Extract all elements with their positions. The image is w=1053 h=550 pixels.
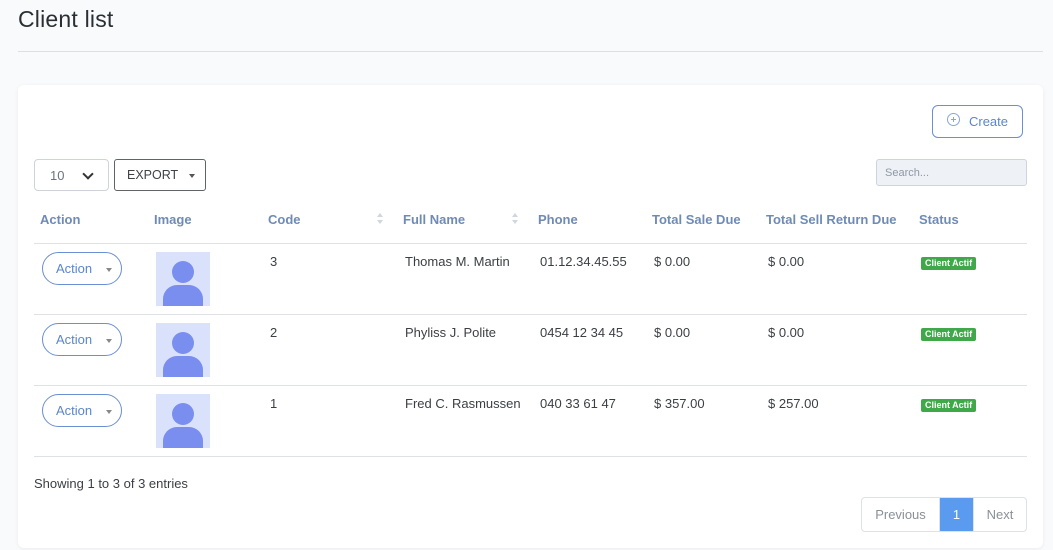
column-header-action: Action [40, 212, 81, 227]
column-header-full-name[interactable]: Full Name [403, 212, 465, 227]
client-code: 1 [270, 396, 278, 411]
row-divider [34, 385, 1027, 386]
column-header-code[interactable]: Code [268, 212, 301, 227]
client-full-name: Fred C. Rasmussen [405, 396, 521, 411]
sort-icon[interactable] [512, 213, 518, 227]
entries-info: Showing 1 to 3 of 3 entries [34, 476, 188, 491]
row-action-button[interactable]: Action [42, 252, 122, 285]
user-avatar-icon [156, 252, 210, 306]
client-total-sale-due: $ 0.00 [654, 254, 691, 269]
table-header-divider [34, 243, 1027, 244]
sort-icon[interactable] [377, 213, 383, 227]
column-header-phone: Phone [538, 212, 578, 227]
title-divider [18, 51, 1043, 52]
client-total-sell-return-due: $ 257.00 [768, 396, 819, 411]
create-button[interactable]: Create [932, 105, 1023, 138]
row-action-label: Action [56, 332, 93, 347]
pagination-previous-button[interactable]: Previous [862, 498, 940, 531]
row-divider [34, 314, 1027, 315]
per-page-select[interactable]: 10 [34, 159, 109, 191]
plus-circle-icon [946, 113, 960, 126]
client-total-sell-return-due: $ 0.00 [768, 254, 805, 269]
pagination-next-button[interactable]: Next [973, 498, 1026, 531]
status-badge: Client Actif [921, 328, 977, 341]
row-divider [34, 456, 1027, 457]
client-code: 3 [270, 254, 278, 269]
column-header-total-sell-return-due: Total Sell Return Due [766, 212, 897, 227]
create-button-label: Create [968, 114, 1009, 129]
column-header-status: Status [919, 212, 959, 227]
export-button-label: EXPORT [127, 168, 179, 182]
client-full-name: Phyliss J. Polite [405, 325, 497, 340]
row-action-button[interactable]: Action [42, 323, 122, 356]
client-list-card: Create 10 EXPORT Action Image Code Full … [18, 85, 1043, 548]
caret-down-icon [189, 174, 195, 178]
client-phone: 0454 12 34 45 [540, 325, 624, 340]
per-page-value: 10 [50, 167, 65, 183]
row-action-label: Action [56, 403, 93, 418]
client-total-sale-due: $ 357.00 [654, 396, 705, 411]
column-header-total-sale-due: Total Sale Due [652, 212, 741, 227]
status-badge: Client Actif [921, 257, 977, 270]
caret-down-icon [106, 268, 112, 272]
row-action-button[interactable]: Action [42, 394, 122, 427]
user-avatar-icon [156, 394, 210, 448]
caret-down-icon [106, 339, 112, 343]
pagination: Previous 1 Next [861, 497, 1027, 532]
search-input[interactable] [876, 159, 1027, 186]
client-phone: 01.12.34.45.55 [540, 254, 627, 269]
client-full-name: Thomas M. Martin [405, 254, 510, 269]
caret-down-icon [106, 410, 112, 414]
client-code: 2 [270, 325, 278, 340]
pagination-page-1-button[interactable]: 1 [940, 498, 973, 531]
status-badge: Client Actif [921, 399, 977, 412]
user-avatar-icon [156, 323, 210, 377]
chevron-down-icon [82, 168, 94, 180]
client-total-sale-due: $ 0.00 [654, 325, 691, 340]
row-action-label: Action [56, 261, 93, 276]
column-header-image: Image [154, 212, 192, 227]
export-button[interactable]: EXPORT [114, 159, 206, 191]
page-title: Client list [18, 6, 114, 32]
client-total-sell-return-due: $ 0.00 [768, 325, 805, 340]
client-phone: 040 33 61 47 [540, 396, 616, 411]
